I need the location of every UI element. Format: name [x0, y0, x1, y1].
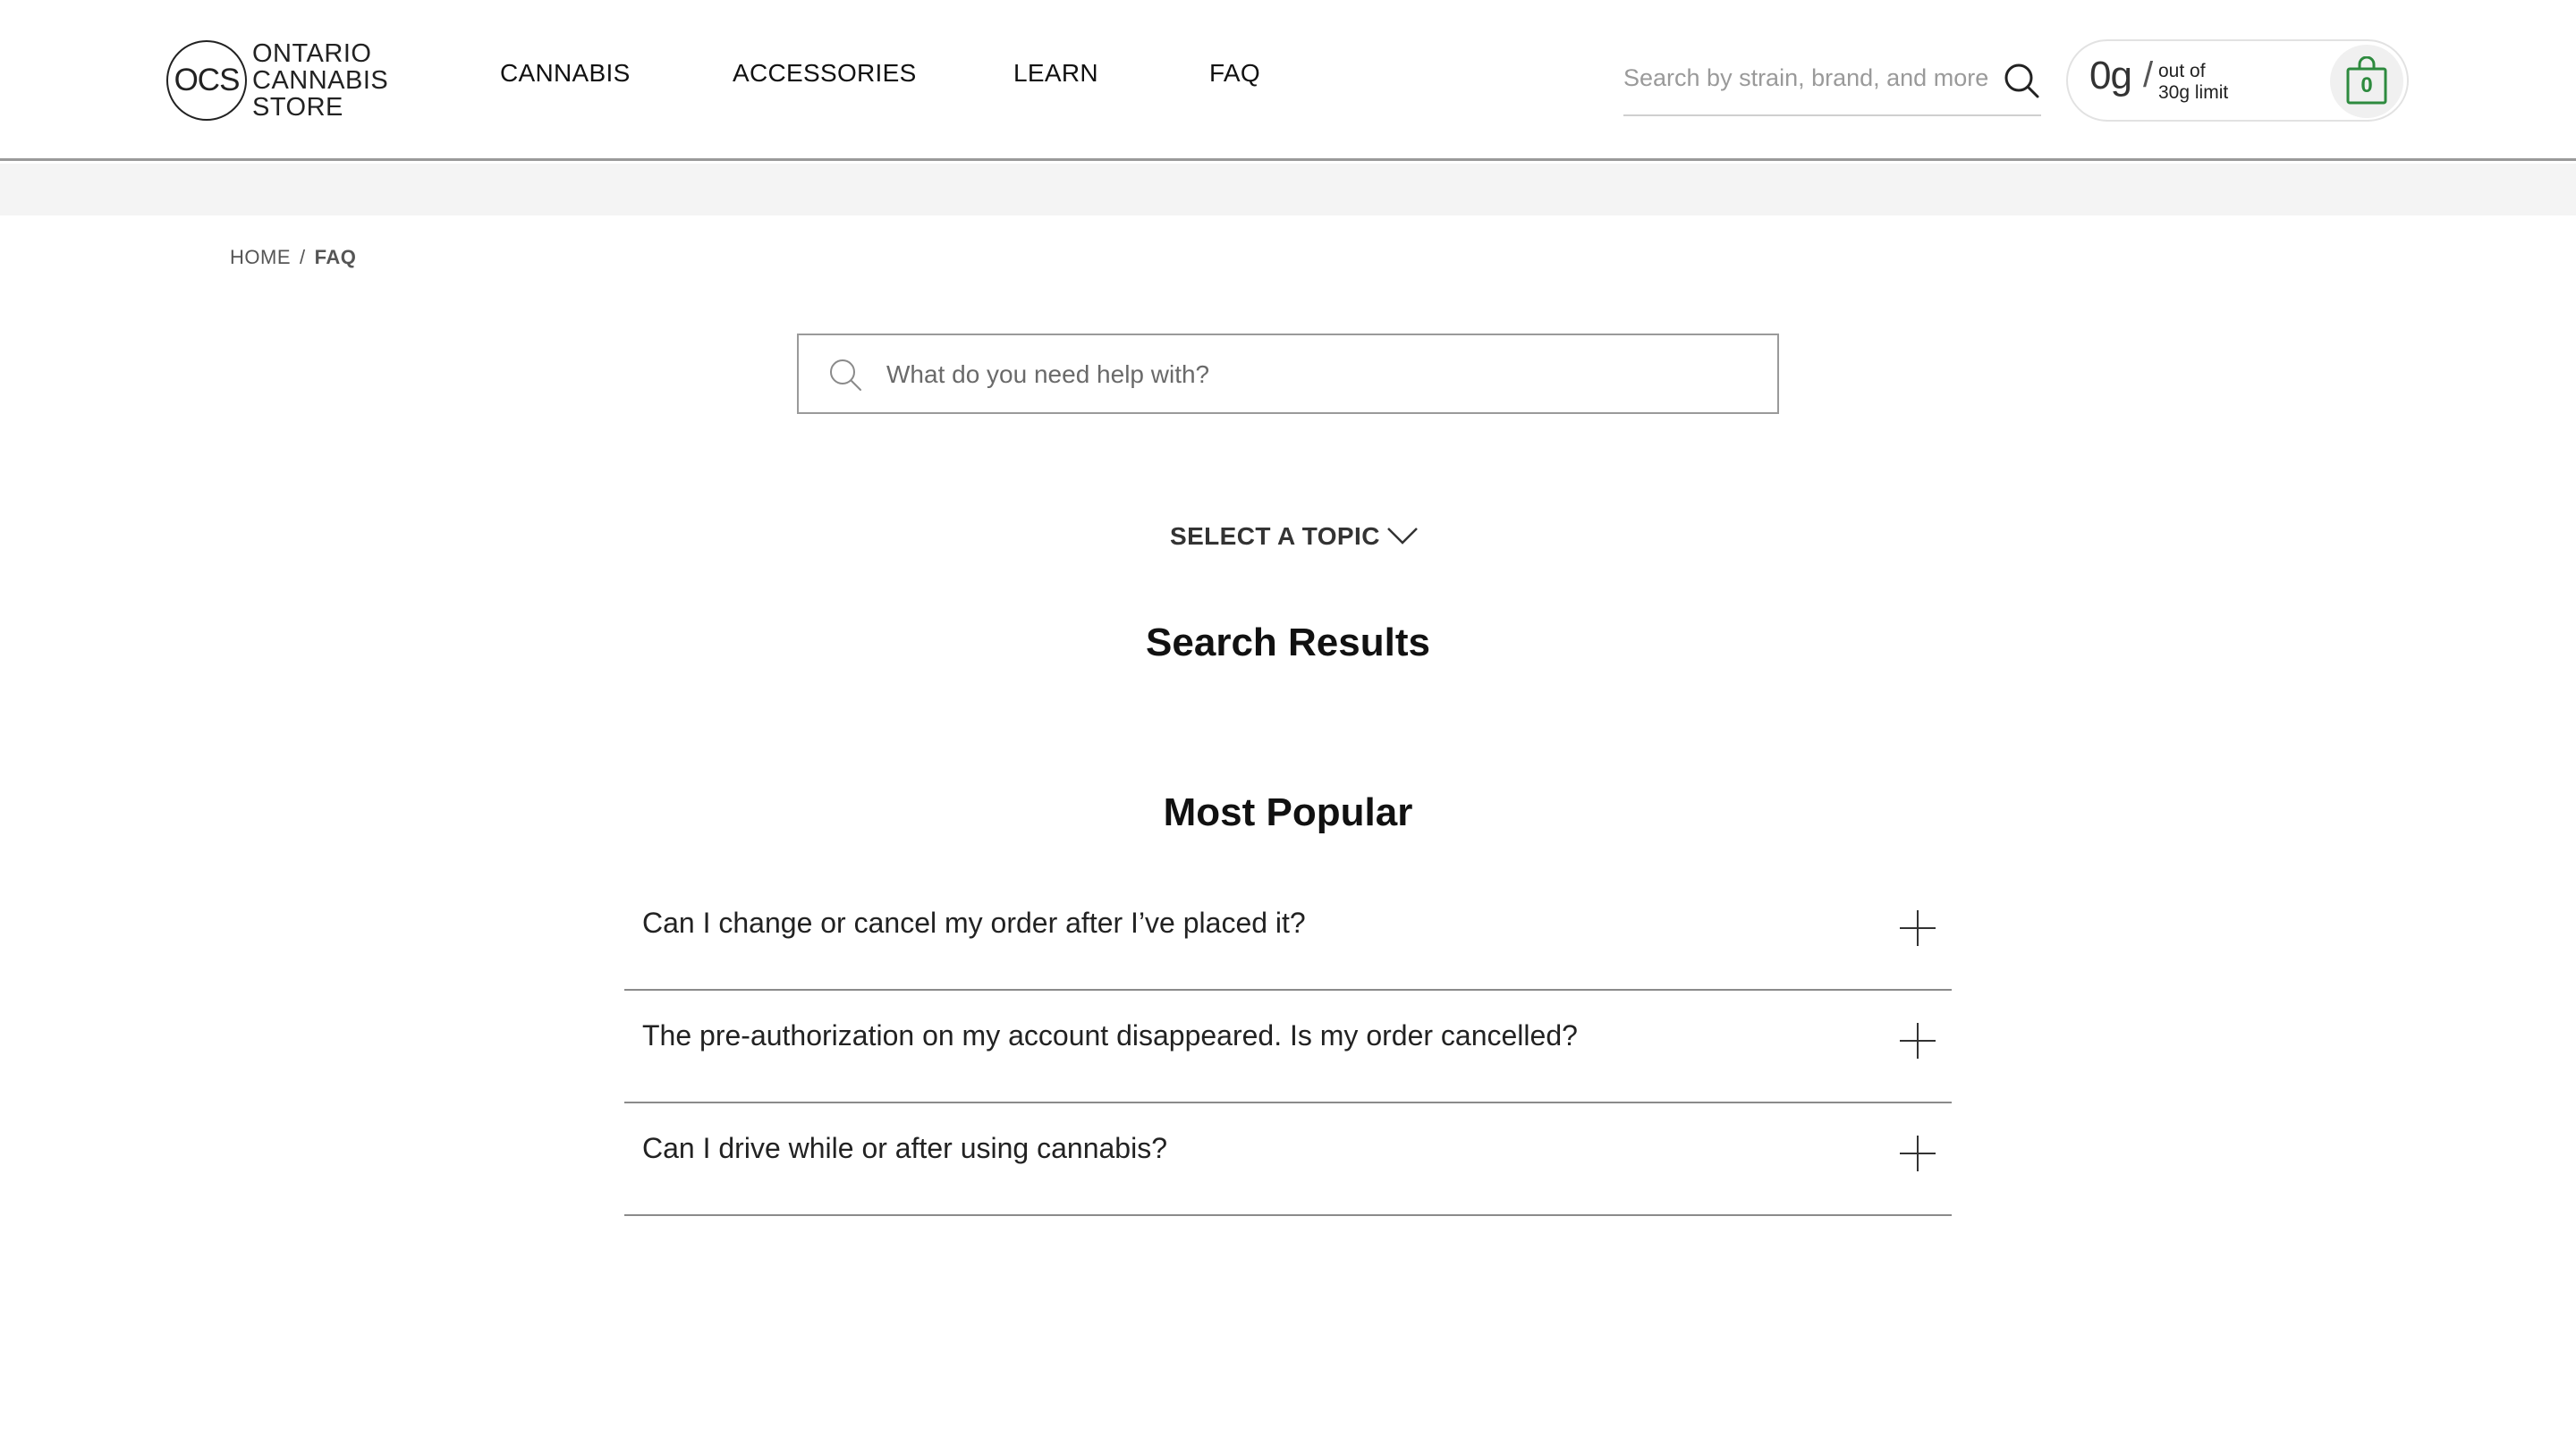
cart-button[interactable]: 0	[2330, 45, 2403, 118]
cart-amount: 0g	[2089, 54, 2132, 97]
logo-line-3: STORE	[252, 93, 343, 122]
nav-item-learn[interactable]: LEARN	[1013, 59, 1098, 88]
cart-slash: /	[2143, 55, 2154, 95]
breadcrumb: HOME / FAQ	[230, 246, 356, 269]
faq-item[interactable]: Can I drive while or after using cannabi…	[624, 1103, 1952, 1216]
faq-question: The pre-authorization on my account disa…	[642, 1019, 1578, 1052]
breadcrumb-separator: /	[300, 246, 306, 268]
cart-limit-line-1: out of	[2158, 61, 2206, 81]
plus-icon[interactable]	[1900, 1023, 1936, 1059]
faq-question: Can I drive while or after using cannabi…	[642, 1132, 1167, 1164]
help-search-input[interactable]	[886, 351, 1745, 398]
logo-mark: OCS	[166, 40, 247, 121]
header-search-input[interactable]	[1623, 55, 1999, 100]
nav-item-faq[interactable]: FAQ	[1209, 59, 1260, 88]
breadcrumb-home[interactable]: HOME	[230, 246, 291, 268]
logo-line-1: ONTARIO	[252, 39, 372, 68]
topic-select[interactable]: SELECT A TOPIC	[1163, 519, 1422, 554]
search-icon	[830, 359, 861, 391]
cart-count: 0	[2360, 73, 2373, 97]
cart-limit-text: out of 30g limit	[2158, 61, 2228, 104]
cart-limit-line-2: 30g limit	[2158, 82, 2229, 103]
plus-icon[interactable]	[1900, 910, 1936, 946]
breadcrumb-current: FAQ	[314, 246, 357, 268]
faq-item[interactable]: The pre-authorization on my account disa…	[624, 991, 1952, 1103]
header-search	[1623, 45, 2041, 116]
logo-line-2: CANNABIS	[252, 66, 389, 95]
nav-item-accessories[interactable]: ACCESSORIES	[733, 59, 917, 88]
logo-wordmark: ONTARIO CANNABIS STORE	[252, 40, 388, 121]
faq-list: Can I change or cancel my order after I’…	[624, 878, 1952, 1216]
plus-icon[interactable]	[1900, 1136, 1936, 1171]
most-popular-heading: Most Popular	[1163, 790, 1413, 834]
faq-question: Can I change or cancel my order after I’…	[642, 907, 1306, 939]
faq-item[interactable]: Can I change or cancel my order after I’…	[624, 878, 1952, 991]
site-header: OCS ONTARIO CANNABIS STORE CANNABIS ACCE…	[0, 0, 2576, 161]
ocs-logo[interactable]: OCS ONTARIO CANNABIS STORE	[166, 39, 388, 122]
search-results-heading: Search Results	[1146, 621, 1430, 664]
chevron-down-icon	[1387, 528, 1418, 545]
cart-limit-widget[interactable]: 0g / out of 30g limit 0	[2066, 39, 2409, 122]
help-search-box	[797, 334, 1779, 414]
nav-item-cannabis[interactable]: CANNABIS	[500, 59, 631, 88]
search-icon[interactable]	[2002, 61, 2041, 100]
topic-select-label: SELECT A TOPIC	[1170, 522, 1380, 550]
header-band	[0, 164, 2576, 215]
